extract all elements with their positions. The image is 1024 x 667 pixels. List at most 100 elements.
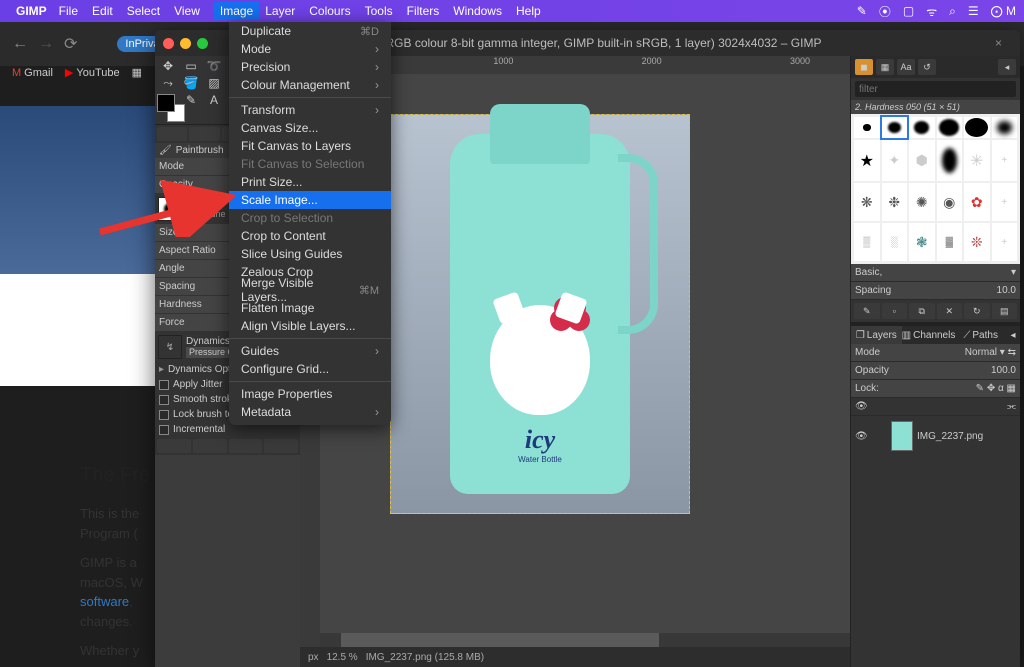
brush-item[interactable]: ▓ [937, 223, 963, 261]
clock-menu[interactable]: ⨀ M [991, 4, 1016, 18]
save-preset-icon[interactable] [157, 439, 191, 453]
link-icon[interactable]: ⫘ [1007, 401, 1016, 412]
bookmark-gmail[interactable]: MGmail [12, 66, 53, 79]
dock-menu-icon[interactable]: ◂ [998, 59, 1016, 75]
menu-print-size[interactable]: Print Size... [229, 173, 391, 191]
menu-select[interactable]: Select [127, 4, 160, 18]
battery-icon[interactable]: ▢ [903, 4, 914, 18]
brush-item[interactable]: ◉ [937, 183, 963, 221]
wifi-icon[interactable]: ᯤ [926, 3, 937, 20]
brush-item[interactable] [964, 117, 990, 138]
menu-canvas-size[interactable]: Canvas Size... [229, 119, 391, 137]
brush-item[interactable]: ✿ [964, 183, 990, 221]
zoom-icon[interactable] [197, 38, 208, 49]
toolopt-tab-icon[interactable] [157, 127, 187, 141]
brush-item[interactable]: ❊ [964, 223, 990, 261]
brush-edit-icon[interactable]: ✎ [854, 303, 880, 319]
menu-guides[interactable]: Guides [229, 342, 391, 360]
menu-file[interactable]: File [59, 4, 78, 18]
brush-item[interactable]: + [992, 140, 1018, 181]
menu-transform[interactable]: Transform [229, 101, 391, 119]
record-icon[interactable]: ⦿ [879, 3, 891, 20]
restore-preset-icon[interactable] [193, 439, 227, 453]
menu-align-visible[interactable]: Align Visible Layers... [229, 317, 391, 335]
brush-item[interactable]: ❋ [854, 183, 880, 221]
menu-precision[interactable]: Precision [229, 58, 391, 76]
brush-item[interactable] [854, 117, 880, 138]
eye-icon[interactable]: 👁 [855, 431, 869, 442]
layers-dock-tabs[interactable]: ❐Layers ▥Channels ⟋Paths ◂ [851, 326, 1020, 344]
h-scrollbar[interactable] [320, 633, 850, 647]
menu-slice-guides[interactable]: Slice Using Guides [229, 245, 391, 263]
menu-colour-management[interactable]: Colour Management [229, 76, 391, 94]
menu-layer[interactable]: Layer [265, 4, 295, 18]
brush-item[interactable]: ⬢ [909, 140, 935, 181]
close-tab-icon[interactable]: × [995, 36, 1002, 50]
brush-item[interactable]: ✳ [964, 140, 990, 181]
menu-mode[interactable]: Mode [229, 40, 391, 58]
bucket-tool-icon[interactable]: 🪣 [181, 76, 201, 90]
layer-lock-row[interactable]: Lock:✎ ✥ α ▦ [851, 380, 1020, 398]
brush-del-icon[interactable]: ✕ [937, 303, 963, 319]
menu-windows[interactable]: Windows [453, 4, 502, 18]
status-zoom[interactable]: 12.5 % [327, 652, 358, 663]
minimize-icon[interactable] [180, 38, 191, 49]
brushes-dock-tabs[interactable]: ◼ ▦ Aa ↺ ◂ [851, 56, 1020, 78]
select-tool-icon[interactable]: ▭ [181, 59, 201, 73]
reset-preset-icon[interactable] [264, 439, 298, 453]
software-link[interactable]: software [80, 594, 129, 609]
image-menu-dropdown[interactable]: Duplicate⌘D Mode Precision Colour Manage… [229, 22, 391, 425]
brush-category-row[interactable]: Basic,▾ [851, 264, 1020, 282]
patterns-tab-icon[interactable]: ▦ [876, 59, 894, 75]
fonts-tab-icon[interactable]: Aa [897, 59, 915, 75]
status-unit[interactable]: px [308, 652, 319, 663]
brush-item[interactable]: ✺ [909, 183, 935, 221]
stylus-icon[interactable]: ✎ [857, 4, 867, 18]
brush-grid[interactable]: ✦ ⬢ ✳ + ❋ ❉ ✺ ◉ ✿ + ▒ ░ ❃ ▓ ❊ + [851, 114, 1020, 264]
brush-item[interactable]: ❉ [882, 183, 908, 221]
brush-item[interactable]: ▒ [854, 223, 880, 261]
menu-tools[interactable]: Tools [365, 4, 393, 18]
brush-item[interactable] [937, 140, 963, 181]
control-center-icon[interactable]: ☰ [968, 4, 979, 18]
history-tab-icon[interactable]: ↺ [918, 59, 936, 75]
menu-metadata[interactable]: Metadata [229, 403, 391, 421]
brush-item[interactable]: ✦ [882, 140, 908, 181]
menu-filters[interactable]: Filters [407, 4, 440, 18]
move-tool-icon[interactable]: ✥ [158, 59, 178, 73]
brush-dup-icon[interactable]: ⧉ [909, 303, 935, 319]
menu-fit-layers[interactable]: Fit Canvas to Layers [229, 137, 391, 155]
delete-preset-icon[interactable] [229, 439, 263, 453]
brush-filter-input[interactable] [855, 81, 1016, 97]
brush-refresh-icon[interactable]: ↻ [964, 303, 990, 319]
search-icon[interactable]: ⌕ [949, 4, 956, 19]
brush-item[interactable] [909, 117, 935, 138]
image-canvas[interactable]: icy Water Bottle [390, 114, 690, 514]
menu-crop-content[interactable]: Crop to Content [229, 227, 391, 245]
brush-item[interactable]: ❃ [909, 223, 935, 261]
bookmark-more-icon[interactable]: ▦ [132, 66, 142, 79]
warp-tool-icon[interactable]: ⤳ [158, 76, 178, 90]
brush-item[interactable]: ░ [882, 223, 908, 261]
text-tool-icon[interactable]: A [204, 93, 224, 107]
menu-configure-grid[interactable]: Configure Grid... [229, 360, 391, 378]
brush-item[interactable] [882, 117, 908, 138]
brush-item[interactable]: + [992, 223, 1018, 261]
menu-help[interactable]: Help [516, 4, 541, 18]
menu-duplicate[interactable]: Duplicate⌘D [229, 22, 391, 40]
tab-channels[interactable]: ▥Channels [902, 326, 956, 344]
brush-open-icon[interactable]: ▤ [992, 303, 1018, 319]
brush-spacing-row[interactable]: Spacing10.0 [851, 282, 1020, 300]
layer-name[interactable]: IMG_2237.png [917, 431, 983, 442]
layer-opacity-row[interactable]: Opacity100.0 [851, 362, 1020, 380]
fg-bg-swatch[interactable] [157, 94, 185, 122]
brush-new-icon[interactable]: ▫ [882, 303, 908, 319]
brush-item[interactable]: + [992, 183, 1018, 221]
toolopt-tab-icon[interactable] [189, 127, 219, 141]
menu-view[interactable]: View [174, 4, 200, 18]
brushes-tab-icon[interactable]: ◼ [855, 59, 873, 75]
eye-icon[interactable]: 👁 [855, 401, 869, 412]
menu-flatten[interactable]: Flatten Image [229, 299, 391, 317]
menu-image-properties[interactable]: Image Properties [229, 385, 391, 403]
layer-mode-row[interactable]: ModeNormal ▾ ⇆ [851, 344, 1020, 362]
